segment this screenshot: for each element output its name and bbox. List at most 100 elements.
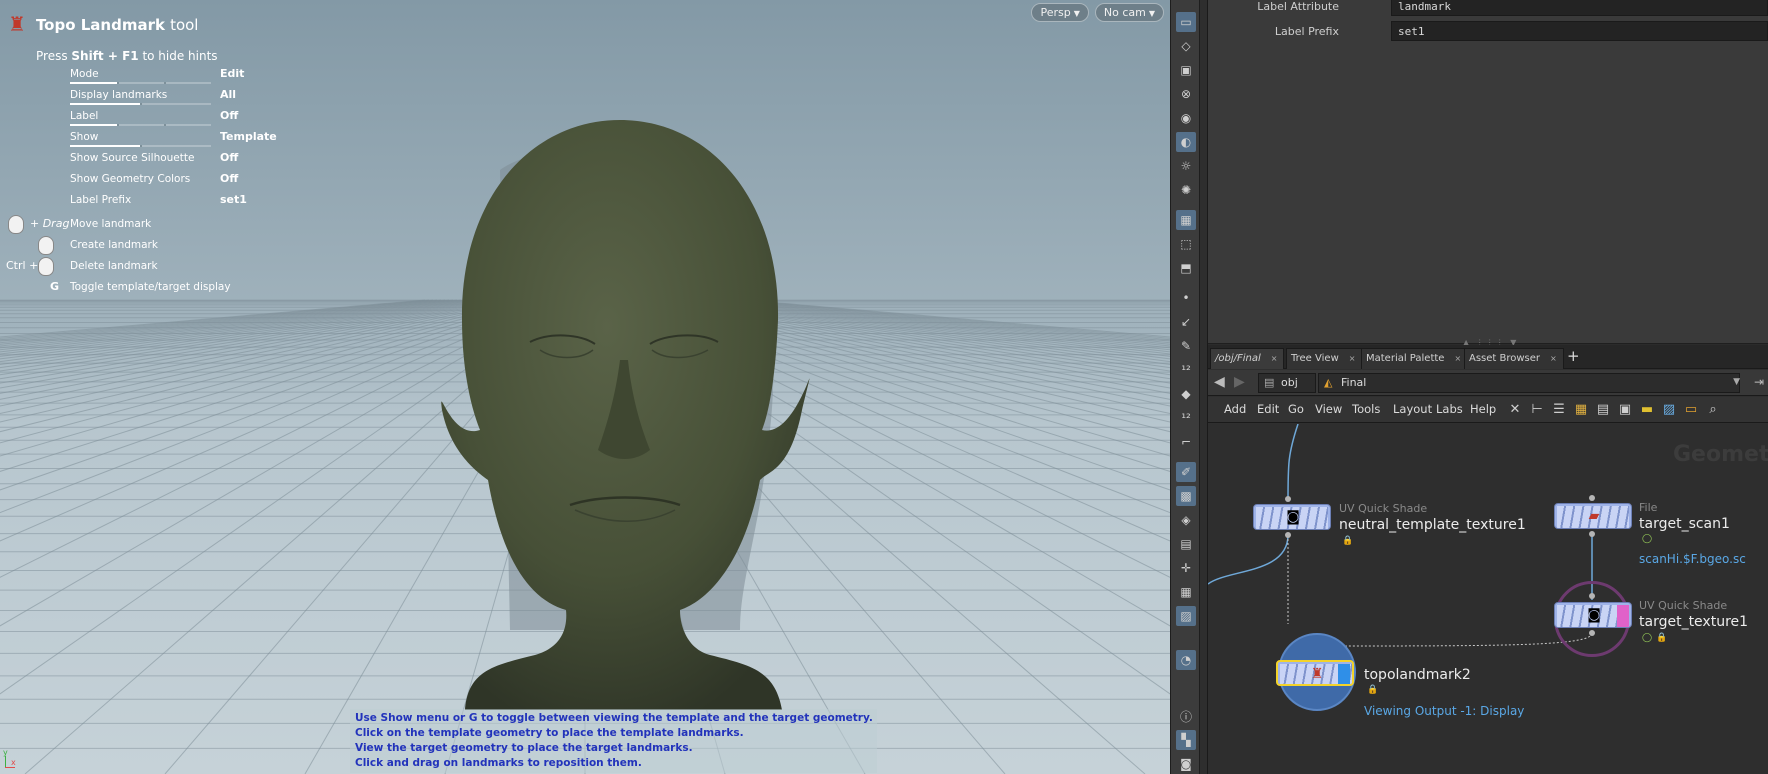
node-neutral-template-texture[interactable]: ◙ (1253, 504, 1331, 530)
close-icon[interactable]: × (1271, 354, 1278, 363)
network-canvas[interactable]: Geometr ◙ UV Quick Shade neutral_templat… (1208, 424, 1768, 774)
guide-icon[interactable]: ⌐ (1176, 432, 1196, 452)
camera-icon[interactable]: ▦ (1176, 210, 1196, 230)
pane-splitter[interactable] (1200, 0, 1208, 774)
menu-layout[interactable]: Layout (1393, 402, 1432, 416)
node-topolandmark[interactable]: ♜ (1276, 660, 1354, 686)
menu-labs[interactable]: Labs (1436, 402, 1463, 416)
hud-param-show[interactable]: Show Template (70, 129, 300, 150)
layers-icon[interactable]: ◈ (1176, 510, 1196, 530)
menu-help[interactable]: Help (1470, 402, 1496, 416)
pin-view-icon[interactable]: ◔ (1176, 650, 1196, 670)
node-target-scan[interactable]: ▰ (1554, 503, 1632, 529)
lock-icon[interactable]: ▣ (1176, 60, 1196, 80)
hud-param-label-toggle[interactable]: Label Off (70, 108, 300, 129)
search-icon[interactable]: ⌕ (1705, 401, 1721, 417)
lighting-icon[interactable]: ◐ (1176, 132, 1196, 152)
sticky-note-icon[interactable]: ▬ (1639, 401, 1655, 417)
add-tab-icon[interactable]: + (1567, 347, 1580, 365)
output-port[interactable] (1589, 531, 1595, 537)
lock-icon[interactable]: 🔒 (1342, 536, 1353, 546)
tab-tree-view[interactable]: Tree View × (1286, 348, 1363, 369)
persp-button[interactable]: Persp ▼ (1031, 3, 1089, 22)
network-icon[interactable]: ▤ (1595, 401, 1611, 417)
input-port[interactable] (1589, 593, 1595, 599)
back-arrow-icon[interactable]: ◀ (1214, 374, 1225, 390)
uv-icon[interactable]: ▤ (1176, 534, 1196, 554)
path-segment-final[interactable]: ◭ Final (1318, 373, 1740, 393)
label-attribute-field[interactable]: landmark (1391, 0, 1768, 16)
lock-icon[interactable]: 🔒 (1367, 685, 1378, 695)
param-label-prefix: Label Prefix set1 (1208, 21, 1768, 43)
hud-param-slider[interactable] (70, 124, 211, 126)
label-prefix-field[interactable]: set1 (1391, 21, 1768, 41)
point-icon[interactable]: • (1176, 288, 1196, 308)
background-image-icon[interactable]: ▨ (1176, 606, 1196, 626)
hud-param-slider[interactable] (70, 145, 211, 147)
tree-icon[interactable]: ⊢ (1529, 401, 1545, 417)
menu-tools[interactable]: Tools (1352, 402, 1380, 416)
grid-icon[interactable]: ▦ (1176, 582, 1196, 602)
template-icon[interactable]: ⬒ (1176, 258, 1196, 278)
ghost-icon[interactable]: ⬚ (1176, 234, 1196, 254)
menu-go[interactable]: Go (1288, 402, 1304, 416)
display-flag[interactable] (1617, 605, 1629, 627)
primitive-icon[interactable]: ◆ (1176, 384, 1196, 404)
snapshot-icon[interactable]: ◙ (1176, 754, 1196, 774)
grid-view-icon[interactable]: ▦ (1573, 401, 1589, 417)
snap-icon[interactable]: ⊗ (1176, 84, 1196, 104)
tab-material-palette[interactable]: Material Palette × (1361, 348, 1469, 369)
display-options-icon[interactable]: ▭ (1176, 12, 1196, 32)
menu-view[interactable]: View (1315, 402, 1342, 416)
network-box-icon[interactable]: ▭ (1683, 401, 1699, 417)
forward-arrow-icon[interactable]: ▶ (1234, 374, 1245, 390)
paint-icon[interactable]: ✐ (1176, 462, 1196, 482)
light-bulb-icon[interactable]: ☼ (1176, 156, 1196, 176)
tab-obj-final[interactable]: /obj/Final × (1210, 348, 1285, 369)
shading-icon[interactable]: ◉ (1176, 108, 1196, 128)
scene-viewport[interactable]: ♜ Topo Landmark tool Press Shift + F1 to… (0, 0, 1170, 774)
wrench-icon[interactable]: ✕ (1507, 401, 1523, 417)
brush-icon[interactable]: ✎ (1176, 336, 1196, 356)
image-icon[interactable]: ▣ (1617, 401, 1633, 417)
normal-icon[interactable]: ↙ (1176, 312, 1196, 332)
pin-icon[interactable]: ⇥ (1754, 375, 1764, 389)
headlight-icon[interactable]: ✺ (1176, 180, 1196, 200)
camera-button[interactable]: No cam ▼ (1094, 3, 1164, 22)
background-icon[interactable]: ▨ (1661, 401, 1677, 417)
hud-param-value: Template (220, 130, 277, 143)
hint-keys: Shift + F1 (71, 49, 139, 63)
input-port[interactable] (1589, 495, 1595, 501)
hud-param-geometry-colors[interactable]: Show Geometry Colors Off (70, 171, 300, 192)
hud-param-slider[interactable] (70, 82, 211, 84)
display-flag[interactable] (1338, 664, 1350, 684)
menu-edit[interactable]: Edit (1257, 402, 1279, 416)
primitive-numbers-icon[interactable]: ¹² (1176, 408, 1196, 428)
hud-param-mode[interactable]: Mode Edit (70, 66, 300, 87)
hud-param-display-landmarks[interactable]: Display landmarks All (70, 87, 300, 108)
info-line: View the target geometry to place the ta… (355, 742, 693, 754)
hud-param-source-silhouette[interactable]: Show Source Silhouette Off (70, 150, 300, 171)
tab-asset-browser[interactable]: Asset Browser × (1464, 348, 1564, 369)
visibility-icon[interactable]: ◇ (1176, 36, 1196, 56)
chevron-down-icon[interactable]: ▼ (1733, 377, 1740, 387)
point-numbers-icon[interactable]: ¹² (1176, 360, 1196, 380)
transform-icon[interactable]: ✛ (1176, 558, 1196, 578)
output-port[interactable] (1285, 532, 1291, 538)
close-icon[interactable]: × (1454, 354, 1461, 363)
close-icon[interactable]: × (1349, 354, 1356, 363)
layout-icon[interactable]: ▚ (1176, 730, 1196, 750)
close-icon[interactable]: × (1550, 354, 1557, 363)
menu-add[interactable]: Add (1224, 402, 1246, 416)
path-segment-obj[interactable]: ▤ obj (1258, 373, 1316, 393)
tool-name: Topo Landmark (35, 15, 165, 34)
lock-icon[interactable]: 🔒 (1656, 633, 1667, 643)
hud-param-slider[interactable] (70, 103, 211, 105)
output-port[interactable] (1589, 630, 1595, 636)
hud-param-label-prefix[interactable]: Label Prefix set1 (70, 192, 300, 213)
checker-icon[interactable]: ▩ (1176, 486, 1196, 506)
list-icon[interactable]: ☰ (1551, 401, 1567, 417)
input-port[interactable] (1285, 496, 1291, 502)
info-icon[interactable]: ⓘ (1176, 706, 1196, 726)
node-target-texture[interactable]: ◙ (1554, 602, 1632, 628)
